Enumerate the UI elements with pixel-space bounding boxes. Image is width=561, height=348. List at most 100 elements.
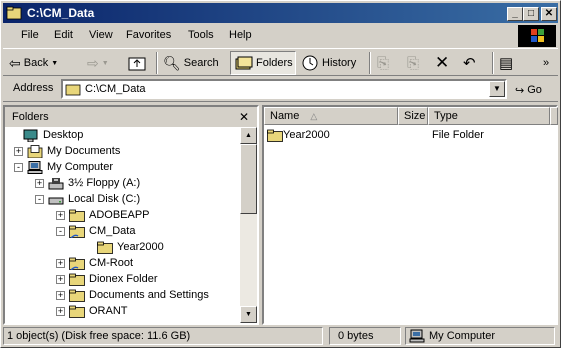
menu-file[interactable]: File xyxy=(21,29,39,41)
tree-item[interactable]: +3½ Floppy (A:) xyxy=(35,175,141,191)
folders-pane-close-button[interactable]: ✕ xyxy=(239,110,249,124)
delete-button[interactable]: ✕ xyxy=(435,51,449,75)
shared-folder-icon xyxy=(69,225,85,238)
folders-pane-title: Folders xyxy=(12,111,49,123)
folder-tree: Desktop + My Documents - My Computer +3½ Flop… xyxy=(5,127,240,323)
folder-icon xyxy=(267,129,283,142)
expand-button[interactable]: + xyxy=(56,275,65,284)
tree-item[interactable]: + Dionex Folder xyxy=(56,271,157,287)
folders-pane: Folders ✕ Desktop + My Documents - My Comput… xyxy=(3,105,259,325)
shared-folder-icon xyxy=(69,257,85,270)
toolbar-separator xyxy=(492,52,494,74)
list-item-type: File Folder xyxy=(432,129,484,141)
column-header-size[interactable]: Size xyxy=(398,107,428,125)
history-button[interactable]: History xyxy=(301,51,356,75)
my-computer-icon xyxy=(409,329,425,343)
maximize-button[interactable]: □ xyxy=(523,7,539,21)
collapse-button[interactable]: - xyxy=(56,227,65,236)
tree-item[interactable]: Desktop xyxy=(23,127,83,143)
expand-button[interactable]: + xyxy=(56,291,65,300)
tree-item[interactable]: + Documents and Settings xyxy=(56,287,209,303)
toolbar-chevron[interactable]: » xyxy=(543,51,549,75)
folder-icon xyxy=(69,305,85,318)
toolbar-separator xyxy=(369,52,371,74)
tree-item[interactable]: Year2000 xyxy=(97,239,164,255)
tree-item[interactable]: + CM-Root xyxy=(56,255,133,271)
list-item-name: Year2000 xyxy=(283,129,330,141)
move-to-button[interactable]: ⎘ xyxy=(377,51,389,75)
menu-favorites[interactable]: Favorites xyxy=(126,29,171,41)
folder-window-icon xyxy=(6,6,22,20)
menu-edit[interactable]: Edit xyxy=(54,29,73,41)
folder-icon xyxy=(65,84,81,96)
expand-button[interactable]: + xyxy=(56,259,65,268)
tree-vertical-scrollbar[interactable]: ▲ ▼ xyxy=(240,127,257,323)
folders-icon xyxy=(235,56,253,70)
address-input[interactable]: C:\CM_Data ▼ xyxy=(61,79,507,99)
tree-item-label: ORANT xyxy=(89,305,128,317)
status-object-count: 1 object(s) (Disk free space: 11.6 GB) xyxy=(3,327,323,345)
tree-item[interactable]: + My Documents xyxy=(14,143,121,159)
copy-to-button[interactable]: ⎘ xyxy=(407,51,419,75)
status-bar: 1 object(s) (Disk free space: 11.6 GB) 0… xyxy=(3,327,558,346)
folders-pane-header: Folders ✕ xyxy=(5,107,257,127)
column-header-name[interactable]: Name △ xyxy=(264,107,398,125)
folders-button[interactable]: Folders xyxy=(230,51,296,75)
tree-item-label: CM_Data xyxy=(89,225,136,237)
menu-tools[interactable]: Tools xyxy=(188,29,214,41)
close-button[interactable]: ✕ xyxy=(541,7,557,21)
views-button[interactable]: ▤ xyxy=(499,51,513,75)
tree-item[interactable]: - CM_Data xyxy=(56,223,136,239)
collapse-button[interactable]: - xyxy=(35,195,44,204)
copy-to-icon: ⎘ xyxy=(407,54,420,72)
file-list-pane: Name △ Size Type Year2000 File Folder xyxy=(262,105,558,325)
window-title: C:\CM_Data xyxy=(27,6,95,20)
address-label: Address xyxy=(13,82,54,94)
search-button[interactable]: 🔍︎ Search xyxy=(163,51,219,75)
my-documents-icon xyxy=(27,144,43,158)
column-header-filler xyxy=(550,107,558,125)
scroll-thumb[interactable] xyxy=(240,144,257,214)
folder-icon xyxy=(69,289,85,302)
expand-button[interactable]: + xyxy=(56,211,65,220)
tree-item[interactable]: + ORANT xyxy=(56,303,128,319)
scroll-down-button[interactable]: ▼ xyxy=(240,306,257,323)
status-zone: My Computer xyxy=(405,327,555,345)
tree-item[interactable]: - Local Disk (C:) xyxy=(35,191,140,207)
menu-view[interactable]: View xyxy=(89,29,113,41)
tree-item-label: My Documents xyxy=(47,145,121,157)
menu-bar: File Edit View Favorites Tools Help xyxy=(3,25,516,47)
title-bar[interactable]: C:\CM_Data _ □ ✕ xyxy=(3,3,558,23)
expand-button[interactable]: + xyxy=(35,179,44,188)
delete-x-icon: ✕ xyxy=(435,53,450,72)
address-dropdown-button[interactable]: ▼ xyxy=(489,81,505,97)
back-arrow-icon: ⇦ xyxy=(9,54,21,71)
collapse-button[interactable]: - xyxy=(14,163,23,172)
dropdown-arrow-icon: ▼ xyxy=(51,59,59,67)
up-folder-button[interactable] xyxy=(127,51,147,75)
folder-icon xyxy=(97,241,113,254)
chevron-right-icon: » xyxy=(543,57,550,69)
tree-item[interactable]: - My Computer xyxy=(14,159,113,175)
tree-item-label: ADOBEAPP xyxy=(89,209,150,221)
up-folder-icon xyxy=(128,57,146,71)
status-size: 0 bytes xyxy=(329,327,401,345)
tree-item[interactable]: + ADOBEAPP xyxy=(56,207,150,223)
column-header-type[interactable]: Type xyxy=(428,107,550,125)
minimize-button[interactable]: _ xyxy=(507,7,523,21)
forward-button[interactable]: ⇨ ▼ xyxy=(87,51,109,75)
undo-button[interactable]: ↶ xyxy=(463,51,476,75)
scroll-up-button[interactable]: ▲ xyxy=(240,127,257,144)
sort-ascending-icon: △ xyxy=(310,111,318,121)
menu-help[interactable]: Help xyxy=(229,29,252,41)
go-button[interactable]: ↪ Go xyxy=(515,78,542,102)
search-icon: 🔍︎ xyxy=(163,54,181,71)
tree-item-label: 3½ Floppy (A:) xyxy=(68,177,141,189)
forward-arrow-icon: ⇨ xyxy=(87,54,99,71)
windows-logo-icon xyxy=(518,25,556,47)
expand-button[interactable]: + xyxy=(14,147,23,156)
list-item[interactable]: Year2000 xyxy=(267,127,330,143)
expand-button[interactable]: + xyxy=(56,307,65,316)
folder-icon xyxy=(69,209,85,222)
back-button[interactable]: ⇦ Back ▼ xyxy=(9,51,58,75)
